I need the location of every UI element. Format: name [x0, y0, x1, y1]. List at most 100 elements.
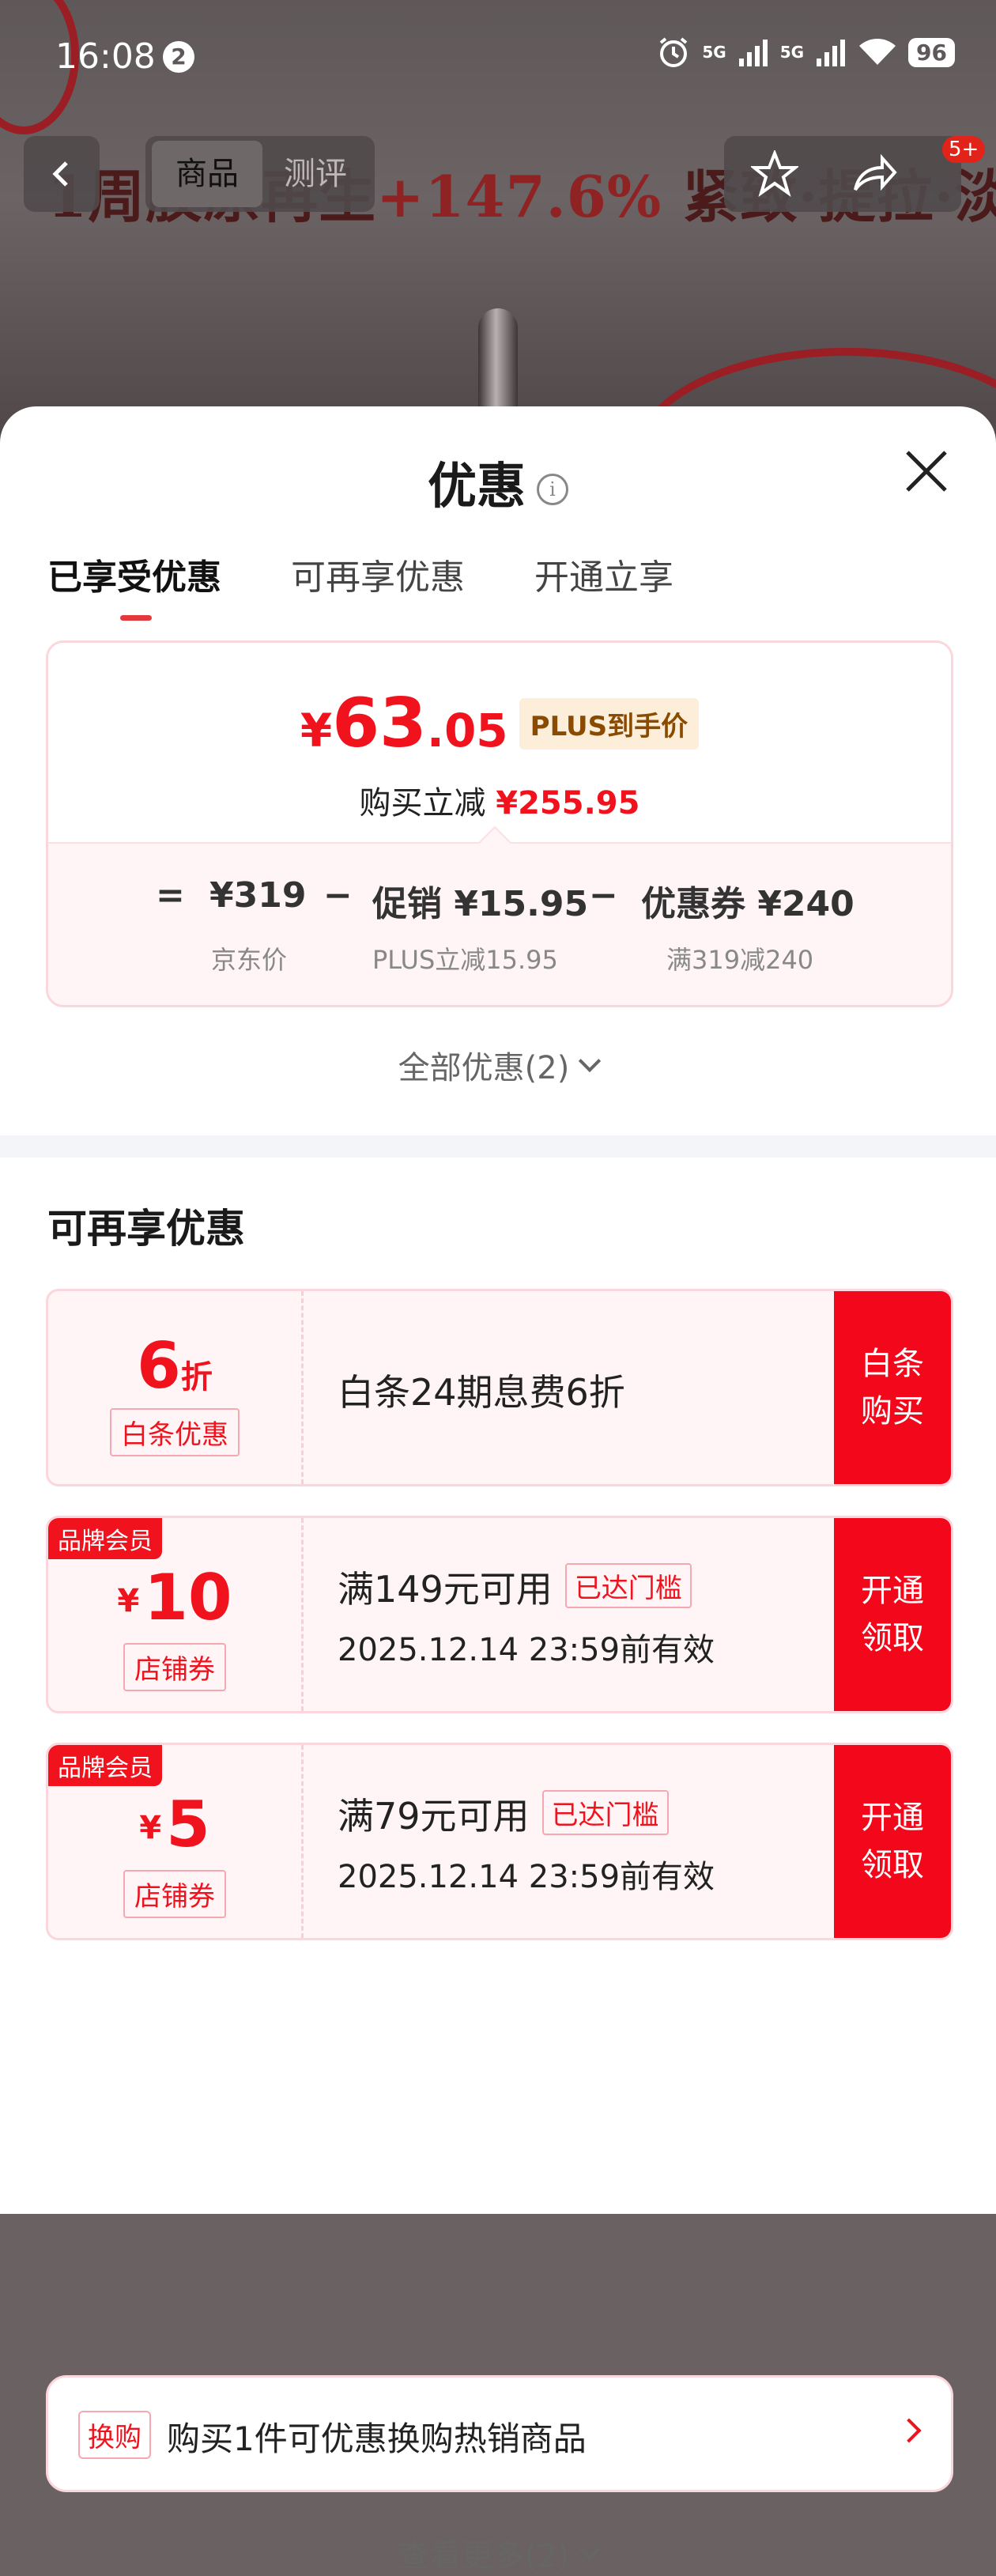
action-label-line: 领取: [861, 1847, 924, 1883]
notification-count-badge: 2: [163, 41, 194, 73]
chevron-down-icon: [579, 2537, 602, 2561]
coupon-detail: 满319减240: [666, 945, 814, 975]
share-icon[interactable]: [851, 150, 898, 198]
jd-price-value: ¥319: [209, 875, 307, 916]
coupon-amount: ¥5: [48, 1788, 301, 1861]
price-currency: ¥: [300, 704, 333, 757]
cellular-signal-icon: [738, 40, 768, 66]
chevron-down-icon: [579, 1049, 602, 1073]
tab-enjoyed-offers[interactable]: 已享受优惠: [47, 549, 221, 621]
action-label-line: 开通: [861, 1800, 924, 1836]
product-tab-switcher: 商品 测评: [145, 136, 375, 212]
coupon-amount-number: 10: [144, 1561, 232, 1634]
battery-level: 96: [908, 37, 955, 67]
minus-sign: −: [589, 875, 618, 916]
info-icon[interactable]: i: [537, 473, 568, 505]
action-label-line: 开通: [861, 1573, 924, 1609]
star-icon[interactable]: [751, 150, 798, 198]
action-label-line: 购买: [861, 1393, 924, 1430]
chevron-left-icon: [52, 161, 68, 187]
offers-bottom-sheet: 优惠 i 已享受优惠 可再享优惠 开通立享 ¥63.05 PLUS到手价 购买立减 …: [0, 406, 996, 2574]
trade-in-text: 购买1件可优惠换购热销商品: [167, 2419, 587, 2458]
product-bottle-image: [478, 308, 518, 419]
cart-count-badge: 5+: [942, 136, 986, 163]
coupon-amount: ¥10: [48, 1561, 301, 1634]
alarm-icon: [660, 37, 688, 67]
coupon-currency: ¥: [117, 1583, 140, 1619]
product-top-bar: 商品 测评 5+: [0, 136, 996, 215]
active-tab-indicator: [120, 615, 152, 621]
coupon-kind: 白条优惠: [48, 1408, 301, 1456]
signal-5g-label: 5G: [702, 43, 726, 62]
coupon-description: 白条24期息费6折: [338, 1371, 625, 1414]
coupon-validity: 2025.12.14 23:59前有效: [338, 1859, 715, 1895]
price-summary-card: ¥63.05 PLUS到手价 购买立减 ¥255.95 = ¥319 − 促销 ¥…: [46, 640, 953, 1007]
final-price-section: ¥63.05 PLUS到手价 购买立减 ¥255.95: [48, 643, 951, 842]
coupon-description: 满79元可用 已达门槛: [338, 1788, 669, 1840]
coupon-description: 满149元可用 已达门槛: [338, 1561, 692, 1613]
coupon-card: ¥5 店铺券 品牌会员 满79元可用 已达门槛 2025.12.14 23:59前…: [46, 1743, 953, 1940]
view-more-toggle[interactable]: 查看更多(2): [0, 2530, 996, 2576]
signal-5g-label: 5G: [779, 43, 805, 62]
close-icon[interactable]: [903, 448, 950, 495]
back-button[interactable]: [24, 136, 100, 212]
reduction-label: 购买立减: [359, 785, 486, 822]
tab-review[interactable]: 测评: [284, 141, 347, 207]
total-reduction: 购买立减 ¥255.95: [48, 777, 951, 823]
coupon-amount-number: 6: [137, 1329, 181, 1403]
tab-more-offers[interactable]: 可再享优惠: [291, 549, 465, 599]
threshold-badge: 已达门槛: [541, 1790, 669, 1835]
cellular-signal-icon: [817, 40, 846, 66]
wifi-icon: [859, 39, 896, 65]
coupon-card: 6折 白条优惠 白条24期息费6折 白条 购买: [46, 1289, 953, 1486]
action-label-line: 白条: [861, 1346, 924, 1382]
top-right-actions: [724, 136, 961, 212]
coupon-kind: 店铺券: [48, 1643, 301, 1691]
status-time: 16:08: [55, 36, 156, 77]
sheet-title: 优惠: [427, 457, 526, 515]
view-more-label: 查看更多(2): [398, 2538, 570, 2574]
activate-claim-button[interactable]: 开通 领取: [834, 1745, 951, 1938]
action-label-line: 领取: [861, 1620, 924, 1656]
final-price: ¥63.05 PLUS到手价: [48, 684, 951, 763]
coupon-kind-label: 店铺券: [123, 1643, 226, 1691]
coupon-amount-number: 5: [166, 1788, 210, 1861]
price-integer: 63: [332, 684, 427, 763]
reduction-amount: ¥255.95: [496, 785, 640, 822]
coupon-amount: 6折: [48, 1329, 301, 1403]
price-decimal: .05: [426, 704, 508, 757]
brand-member-tag: 品牌会员: [48, 1518, 162, 1559]
equals-sign: =: [156, 875, 185, 916]
trade-in-offer-row[interactable]: 换购 购买1件可优惠换购热销商品: [46, 2375, 953, 2492]
jd-price-label: 京东价: [211, 945, 288, 975]
section-divider: [0, 1135, 996, 1158]
minus-sign: −: [323, 875, 353, 916]
coupon-kind: 店铺券: [48, 1870, 301, 1918]
status-bar: 16:08 2 5G 5G 96: [0, 0, 996, 119]
brand-member-tag: 品牌会员: [48, 1745, 162, 1786]
promotion-value: 促销 ¥15.95: [372, 884, 589, 924]
tab-activate-offers[interactable]: 开通立享: [534, 549, 673, 599]
tab-product[interactable]: 商品: [152, 141, 262, 207]
baitiao-buy-button[interactable]: 白条 购买: [834, 1291, 951, 1484]
coupon-currency: ¥: [139, 1810, 162, 1846]
threshold-badge: 已达门槛: [564, 1563, 692, 1608]
activate-claim-button[interactable]: 开通 领取: [834, 1518, 951, 1711]
tab-label: 已享受优惠: [47, 557, 221, 598]
status-right-icons: 5G 5G 96: [656, 35, 955, 70]
coupon-condition: 满79元可用: [338, 1795, 530, 1838]
coupon-validity: 2025.12.14 23:59前有效: [338, 1632, 715, 1668]
promotion-detail: PLUS立减15.95: [372, 945, 558, 975]
all-offers-label: 全部优惠(2): [398, 1050, 570, 1086]
section-title: 可再享优惠: [47, 1206, 245, 1252]
offer-tabs: 已享受优惠 可再享优惠 开通立享: [47, 549, 673, 621]
coupon-card: ¥10 店铺券 品牌会员 满149元可用 已达门槛 2025.12.14 23:5…: [46, 1516, 953, 1713]
all-offers-toggle[interactable]: 全部优惠(2): [0, 1042, 996, 1088]
trade-in-tag: 换购: [78, 2411, 151, 2459]
coupon-kind-label: 店铺券: [123, 1870, 226, 1918]
chevron-right-icon: [896, 2418, 922, 2443]
coupon-condition: 满149元可用: [338, 1568, 553, 1611]
coupon-amount-unit: 折: [180, 1359, 213, 1396]
plus-price-tag: PLUS到手价: [519, 698, 700, 750]
price-formula-section: = ¥319 − 促销 ¥15.95 − 优惠券 ¥240 京东价 PLUS立减…: [48, 842, 951, 1005]
